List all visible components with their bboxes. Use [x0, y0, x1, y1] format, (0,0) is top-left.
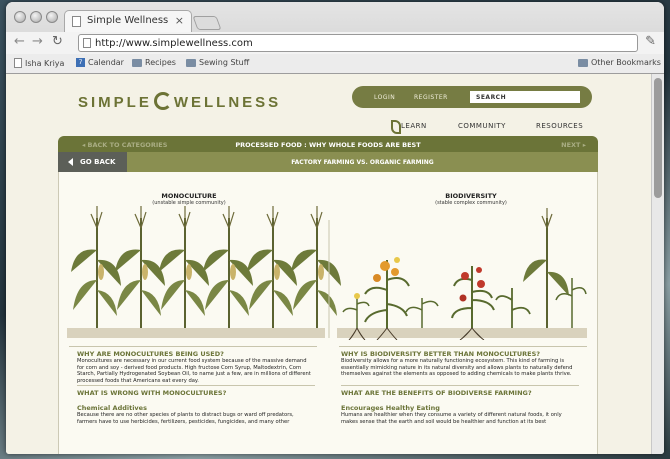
account-bar: LOGIN REGISTER SEARCH: [352, 86, 592, 108]
page-icon: [83, 38, 91, 48]
corn-plant: [71, 206, 121, 330]
back-arrow-icon[interactable]: ←: [14, 34, 25, 49]
left-question-1: WHY ARE MONOCULTURES BEING USED?: [77, 350, 224, 358]
biodiversity-garden: [337, 208, 587, 340]
close-window-button[interactable]: [14, 11, 26, 23]
nav-resources[interactable]: RESOURCES: [536, 122, 583, 130]
new-tab-button[interactable]: [192, 16, 222, 30]
monoculture-soil: [67, 328, 325, 338]
zoom-window-button[interactable]: [46, 11, 58, 23]
navigation-bar: ← → ↻ http://www.simplewellness.com ✎: [6, 32, 664, 54]
bookmarks-bar: Isha Kriya 7 Calendar Recipes Sewing Stuf…: [6, 54, 664, 73]
right-subheading: Encourages Healthy Eating: [341, 404, 440, 412]
divider: [77, 385, 315, 386]
login-link[interactable]: LOGIN: [374, 94, 395, 101]
search-input[interactable]: SEARCH: [470, 91, 580, 103]
other-bookmarks[interactable]: Other Bookmarks: [578, 58, 661, 67]
go-back-button[interactable]: GO BACK: [58, 152, 127, 172]
address-bar[interactable]: http://www.simplewellness.com: [78, 34, 638, 52]
tab-close-icon[interactable]: ×: [175, 14, 184, 27]
register-link[interactable]: REGISTER: [414, 94, 448, 101]
right-paragraph-1: Biodiversity allows for a more naturally…: [341, 358, 573, 378]
folder-icon: [578, 58, 588, 67]
article-panel: MONOCULTURE (unstable simple community) …: [58, 172, 598, 454]
site-logo[interactable]: SIMPLE WELLNESS: [78, 92, 281, 111]
biodiversity-heading: BIODIVERSITY: [445, 192, 497, 200]
wrench-icon[interactable]: ✎: [645, 34, 656, 49]
topic-bar: ◂ BACK TO CATEGORIES PROCESSED FOOD : WH…: [58, 136, 598, 152]
browser-chrome: Simple Wellness × ← → ↻ http://www.simpl…: [6, 2, 664, 74]
section-title: FACTORY FARMING VS. ORGANIC FARMING: [291, 159, 434, 166]
nav-learn[interactable]: LEARN: [391, 120, 427, 134]
right-paragraph-2: Humans are healthier when they consume a…: [341, 412, 562, 425]
divider: [69, 346, 317, 347]
monoculture-heading: MONOCULTURE: [161, 192, 217, 200]
divider: [341, 385, 579, 386]
left-question-2: WHAT IS WRONG WITH MONOCULTURES?: [77, 389, 227, 397]
farming-illustration: [67, 205, 587, 340]
nav-community[interactable]: COMMUNITY: [458, 122, 506, 130]
page-icon: [14, 58, 22, 68]
left-paragraph-2: Because there are no other species of pl…: [77, 412, 294, 425]
forward-arrow-icon[interactable]: →: [32, 34, 43, 49]
left-paragraph-1: Monocultures are necessary in our curren…: [77, 358, 311, 384]
minimize-window-button[interactable]: [30, 11, 42, 23]
browser-tab[interactable]: Simple Wellness ×: [64, 10, 192, 32]
section-bar: GO BACK FACTORY FARMING VS. ORGANIC FARM…: [58, 152, 598, 172]
right-question-2: WHAT ARE THE BENEFITS OF BIODIVERSE FARM…: [341, 389, 532, 397]
page-icon: [72, 16, 81, 27]
scrollbar-thumb[interactable]: [654, 78, 662, 198]
url-text: http://www.simplewellness.com: [95, 38, 253, 49]
next-link[interactable]: NEXT ▸: [561, 141, 586, 149]
bookmark-recipes[interactable]: Recipes: [132, 58, 176, 67]
browser-window: Simple Wellness × ← → ↻ http://www.simpl…: [6, 2, 664, 454]
bookmark-sewing-stuff[interactable]: Sewing Stuff: [186, 58, 249, 67]
reload-icon[interactable]: ↻: [52, 34, 63, 49]
tab-title: Simple Wellness: [87, 15, 169, 26]
bookmark-calendar[interactable]: 7 Calendar: [76, 58, 124, 67]
swirl-logo-icon: [153, 92, 172, 110]
topic-title: PROCESSED FOOD : WHY WHOLE FOODS ARE BES…: [235, 141, 421, 149]
web-page: SIMPLE WELLNESS LOGIN REGISTER SEARCH LEA…: [6, 74, 651, 454]
right-question-1: WHY IS BIODIVERSITY BETTER THAN MONOCULT…: [341, 350, 541, 358]
monoculture-corn-field: [71, 205, 342, 331]
left-subheading: Chemical Additives: [77, 404, 147, 412]
folder-icon: [132, 58, 142, 67]
bookmark-isha-kriya[interactable]: Isha Kriya: [14, 58, 64, 68]
calendar-icon: 7: [76, 58, 85, 67]
vertical-scrollbar[interactable]: [651, 74, 664, 454]
folder-icon: [186, 58, 196, 67]
divider: [339, 346, 587, 347]
